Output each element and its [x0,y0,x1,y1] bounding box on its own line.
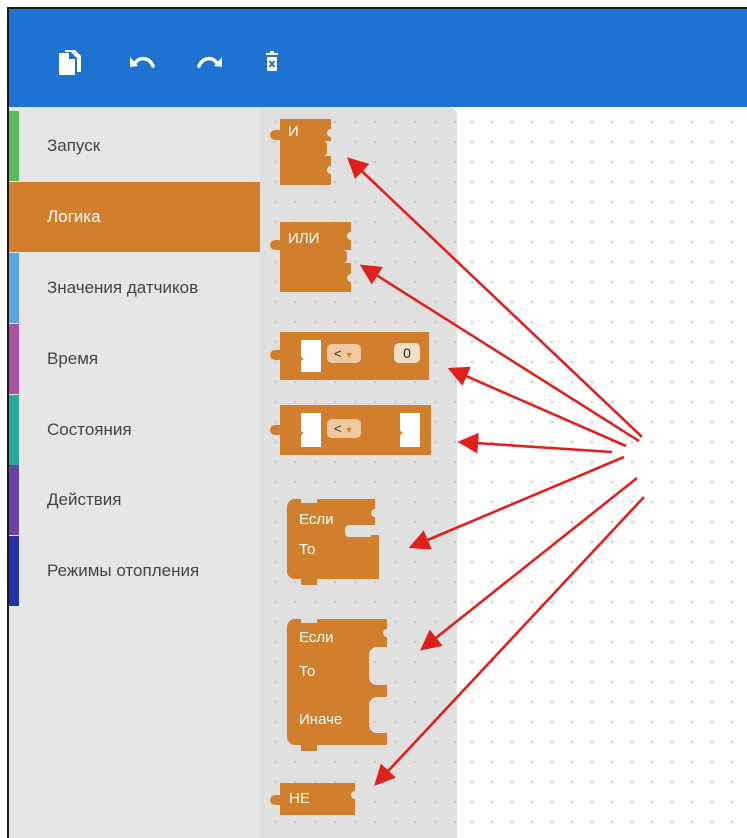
category-label: Запуск [47,136,101,155]
category-list: Запуск Логика Значения датчиков Время Со… [9,107,260,838]
dropdown-arrow-icon: ▼ [344,350,354,360]
category-actions[interactable]: Действия [9,465,260,535]
operator-dropdown[interactable]: < ▼ [327,344,361,363]
app-window: Запуск Логика Значения датчиков Время Со… [7,7,747,838]
then-label: То [299,663,316,680]
category-label: Время [47,349,99,368]
category-label: Значения датчиков [47,278,199,297]
not-block[interactable]: НЕ [270,783,363,817]
if-label: Если [299,629,334,646]
category-color-bar [9,395,19,465]
category-sensor-values[interactable]: Значения датчиков [9,253,260,323]
operator-value: < [334,421,342,436]
category-time[interactable]: Время [9,324,260,394]
redo-button[interactable] [195,49,225,79]
category-label: Состояния [47,420,132,439]
dropdown-arrow-icon: ▼ [344,425,354,435]
or-label: ИЛИ [288,230,320,247]
category-color-bar [9,111,19,181]
and-block[interactable]: И [270,119,343,189]
and-label: И [288,123,299,140]
workspace-canvas[interactable] [457,107,747,838]
operator-value: < [334,346,342,361]
toolbar [9,9,747,107]
category-label: Режимы отопления [47,561,200,580]
category-color-bar [9,253,19,323]
then-label: То [299,541,316,558]
or-block[interactable]: ИЛИ [270,222,363,294]
category-label: Логика [47,207,101,226]
delete-icon [266,51,278,71]
number-field[interactable]: 0 [394,343,420,363]
copy-button[interactable] [55,49,85,79]
category-color-bar [9,536,19,606]
undo-button[interactable] [127,49,157,79]
not-label: НЕ [289,790,310,807]
category-color-bar [9,324,19,394]
if-label: Если [299,511,334,528]
category-heating-modes[interactable]: Режимы отопления [9,536,260,606]
if-then-else-block[interactable]: Если То Иначе [287,619,391,751]
compare-number-block[interactable]: < ▼ 0 [270,332,433,382]
redo-icon [197,56,222,68]
category-color-bar [9,182,19,252]
category-color-bar [9,465,19,535]
category-launch[interactable]: Запуск [9,111,260,181]
category-states[interactable]: Состояния [9,395,260,465]
not-block-shape [270,783,355,815]
category-logic[interactable]: Логика [9,182,260,252]
operator-dropdown[interactable]: < ▼ [327,419,361,438]
delete-button[interactable] [259,49,289,79]
copy-icon [59,50,81,75]
undo-icon [130,56,155,68]
if-then-block[interactable]: Если То [287,499,387,589]
category-label: Действия [47,490,122,509]
and-block-shape [270,119,331,185]
block-flyout: И ИЛИ < ▼ 0 < ▼ Если То Если То Иначе НЕ [260,107,457,838]
compare-blocks-block[interactable]: < ▼ [270,405,435,457]
else-label: Иначе [299,711,343,728]
